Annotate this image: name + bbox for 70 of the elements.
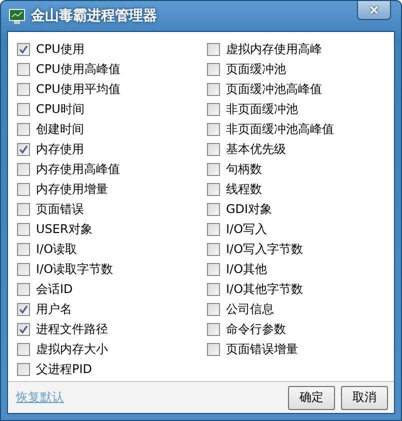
checkbox[interactable] <box>17 322 30 336</box>
checkbox[interactable] <box>17 342 30 356</box>
option-label: CPU使用 <box>36 40 84 58</box>
option-label: 页面错误 <box>36 200 84 218</box>
checkbox[interactable] <box>207 42 220 56</box>
checkbox[interactable] <box>17 102 30 116</box>
checkbox[interactable] <box>207 162 220 176</box>
option-label: I/O写入字节数 <box>226 240 304 258</box>
cancel-button[interactable]: 取消 <box>341 386 388 410</box>
option-label: 非页面缓冲池 <box>226 100 298 118</box>
checkbox[interactable] <box>17 302 30 316</box>
checkbox[interactable] <box>207 142 220 156</box>
option-label: 页面错误增量 <box>226 340 298 358</box>
option-label: I/O读取 <box>36 240 78 258</box>
checkbox[interactable] <box>207 182 220 196</box>
option-label: 进程文件路径 <box>36 320 108 338</box>
checkbox[interactable] <box>17 262 30 276</box>
option-label: 用户名 <box>36 300 72 318</box>
checkbox[interactable] <box>207 122 220 136</box>
option-label: USER对象 <box>36 220 92 238</box>
option-label: 命令行参数 <box>226 320 286 338</box>
checkbox[interactable] <box>207 262 220 276</box>
checkbox[interactable] <box>17 42 30 56</box>
option-label: CPU时间 <box>36 100 84 118</box>
option-label: 内存使用增量 <box>36 180 108 198</box>
option-label: 线程数 <box>226 180 262 198</box>
option-label: 虚拟内存使用高峰 <box>226 40 322 58</box>
checkbox[interactable] <box>207 102 220 116</box>
option-label: 非页面缓冲池高峰值 <box>226 120 334 138</box>
checkbox[interactable] <box>17 242 30 256</box>
option-label: 会话ID <box>36 280 73 298</box>
window-title: 金山毒霸进程管理器 <box>31 7 157 25</box>
checkbox[interactable] <box>207 222 220 236</box>
checkbox[interactable] <box>207 282 220 296</box>
checkbox[interactable] <box>17 222 30 236</box>
checkbox[interactable] <box>207 342 220 356</box>
option-label: GDI对象 <box>226 200 272 218</box>
option-label: CPU使用平均值 <box>36 80 120 98</box>
option-label: CPU使用高峰值 <box>36 60 120 78</box>
checkbox[interactable] <box>17 282 30 296</box>
option-label: 内存使用高峰值 <box>36 160 120 178</box>
option-label: I/O其他 <box>226 260 268 278</box>
checkbox[interactable] <box>17 202 30 216</box>
checkbox[interactable] <box>17 162 30 176</box>
option-label: I/O读取字节数 <box>36 260 114 278</box>
checkbox[interactable] <box>207 202 220 216</box>
option-label: 句柄数 <box>226 160 262 178</box>
option-label: 公司信息 <box>226 300 274 318</box>
checkbox[interactable] <box>17 182 30 196</box>
ok-button[interactable]: 确定 <box>288 386 335 410</box>
option-label: I/O写入 <box>226 220 268 238</box>
option-label: 基本优先级 <box>226 140 286 158</box>
option-label: I/O其他字节数 <box>226 280 304 298</box>
option-label: 虚拟内存大小 <box>36 340 108 358</box>
checkbox[interactable] <box>17 62 30 76</box>
monitor-icon <box>9 8 25 24</box>
option-label: 创建时间 <box>36 120 84 138</box>
option-label: 内存使用 <box>36 140 84 158</box>
checkbox[interactable] <box>207 302 220 316</box>
option-label: 页面缓冲池高峰值 <box>226 80 322 98</box>
checkbox[interactable] <box>17 362 30 376</box>
option-label: 页面缓冲池 <box>226 60 286 78</box>
option-label: 父进程PID <box>36 360 92 378</box>
checkbox[interactable] <box>207 242 220 256</box>
checkbox[interactable] <box>17 122 30 136</box>
checkbox[interactable] <box>207 62 220 76</box>
checkbox[interactable] <box>207 82 220 96</box>
checkbox[interactable] <box>17 82 30 96</box>
checkbox[interactable] <box>17 142 30 156</box>
checkbox[interactable] <box>207 322 220 336</box>
